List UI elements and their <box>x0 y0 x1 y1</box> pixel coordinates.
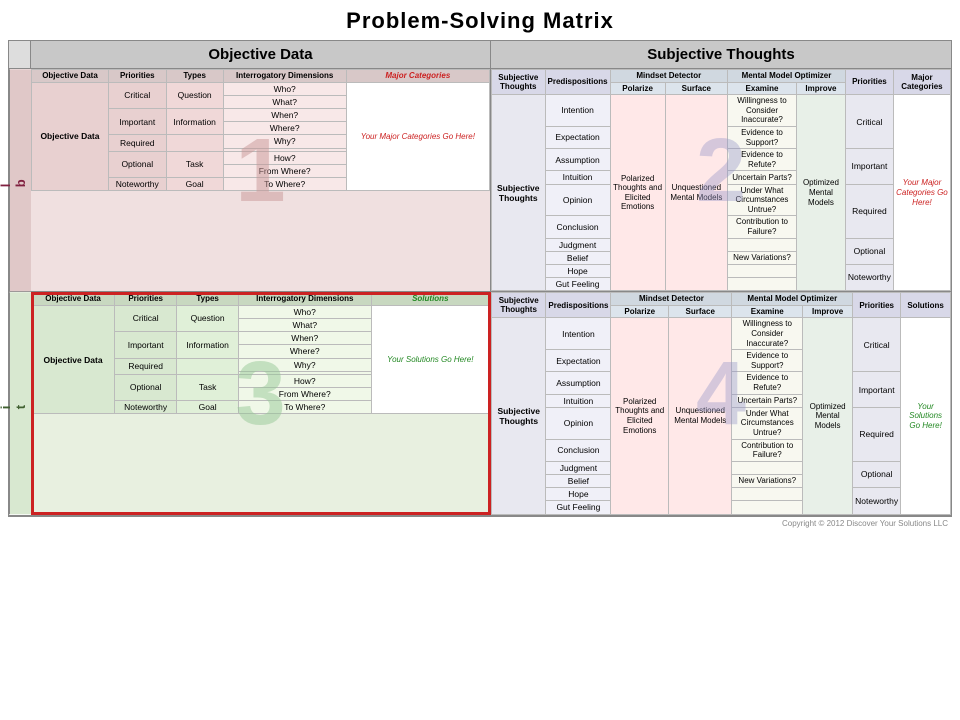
subjective-thoughts-header: Subjective Thoughts <box>491 41 951 68</box>
quadrant-4: 4 Subjective Thoughts Predispositions Mi… <box>491 292 951 514</box>
page-title: Problem-Solving Matrix <box>8 8 952 34</box>
quadrant-2: 2 Subjective Thoughts Predispositions Mi… <box>491 69 951 291</box>
quadrant-1: 1 Objective Data Priorities Types Interr… <box>31 69 491 291</box>
objective-data-header: Objective Data <box>31 41 491 68</box>
copyright-text: Copyright © 2012 Discover Your Solutions… <box>8 517 952 528</box>
quadrant-3: 3 Objective Data Priorities Types Interr… <box>31 292 491 514</box>
problem-label: Problem <box>9 69 31 291</box>
solutions-label: Solutions <box>9 292 31 514</box>
